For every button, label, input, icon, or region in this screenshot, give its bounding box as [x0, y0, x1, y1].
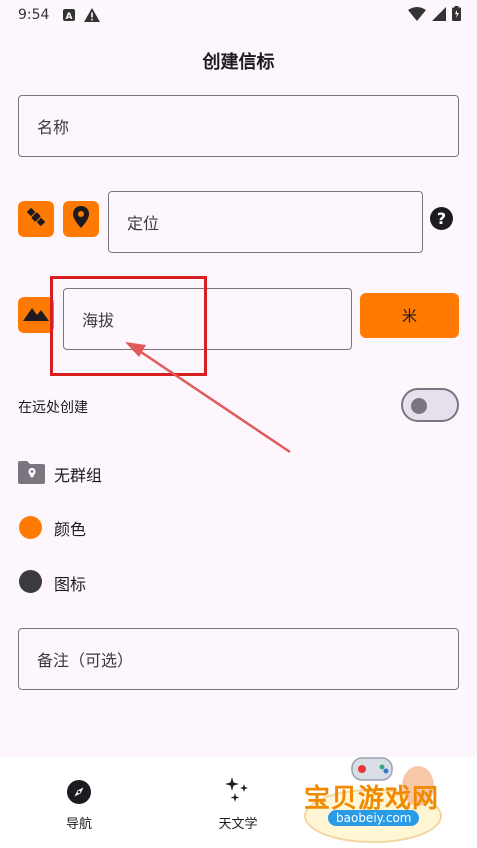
svg-text:?: ? [437, 209, 446, 228]
create-far-label: 在远处创建 [18, 400, 88, 416]
annotation-highlight-box [50, 276, 207, 376]
group-row[interactable]: 无群组 [54, 462, 102, 486]
notification-a-icon: A [62, 7, 76, 22]
watermark-subtitle: baobeiy.com [328, 810, 420, 826]
page-title: 创建信标 [202, 52, 275, 73]
signal-icon [432, 6, 446, 25]
svg-text:A: A [66, 12, 73, 22]
location-field[interactable]: 定位 [108, 191, 423, 253]
elevation-unit-button[interactable]: 米 [360, 293, 459, 338]
satellite-gps-button[interactable] [18, 201, 54, 237]
location-pin-icon [71, 205, 91, 233]
warning-icon [84, 7, 100, 22]
battery-icon [452, 6, 461, 25]
map-pin-button[interactable] [63, 201, 99, 237]
satellite-icon [24, 205, 48, 233]
notes-field[interactable]: 备注（可选） [18, 628, 459, 690]
toggle-knob [411, 398, 427, 414]
create-far-toggle[interactable] [401, 388, 459, 422]
terrain-button[interactable] [18, 297, 54, 333]
mountain-icon [23, 304, 49, 326]
notes-field-placeholder: 备注（可选） [37, 651, 134, 670]
color-swatch[interactable] [19, 516, 42, 539]
sparkles-icon[interactable] [223, 775, 253, 805]
watermark-logo: 宝贝游戏网 baobeiy.com [300, 752, 446, 844]
status-time: 9:54 [18, 7, 50, 23]
color-row[interactable]: 颜色 [54, 516, 86, 540]
wifi-icon [408, 6, 426, 25]
name-field[interactable]: 名称 [18, 95, 459, 157]
folder-pin-icon [18, 460, 45, 484]
location-field-placeholder: 定位 [127, 214, 160, 233]
status-right-icons [408, 6, 461, 25]
icon-swatch[interactable] [19, 570, 42, 593]
name-field-placeholder: 名称 [37, 118, 70, 137]
icon-row[interactable]: 图标 [54, 571, 86, 595]
compass-icon[interactable] [66, 779, 92, 805]
help-icon[interactable]: ? [430, 207, 453, 230]
nav-astronomy[interactable]: 天文学 [188, 813, 288, 832]
nav-navigation[interactable]: 导航 [29, 813, 129, 832]
elevation-unit-label: 米 [401, 307, 417, 325]
